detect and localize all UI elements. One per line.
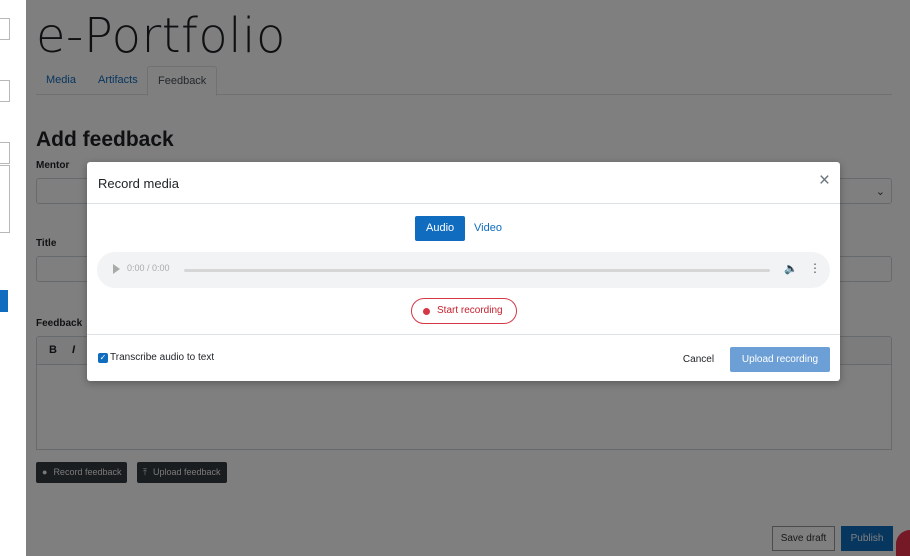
cancel-button[interactable]: Cancel [676, 347, 721, 372]
audio-toggle[interactable]: Audio [415, 216, 466, 241]
start-recording-button[interactable]: Start recording [411, 298, 517, 324]
transcribe-label: Transcribe audio to text [110, 352, 215, 363]
upload-recording-button[interactable]: Upload recording [730, 347, 830, 372]
left-input-fragment [0, 142, 10, 164]
transcribe-checkbox[interactable]: ✓ [98, 353, 108, 363]
player-time: 0:00 / 0:00 [127, 263, 170, 273]
play-icon[interactable] [113, 264, 120, 274]
modal-title: Record media [98, 176, 179, 191]
left-input-fragment [0, 80, 10, 102]
left-input-fragment [0, 18, 10, 40]
left-sidebar-fragment [0, 0, 26, 556]
volume-icon[interactable]: 🔈 [784, 262, 798, 275]
record-media-modal: Record media × Audio Video 0:00 / 0:00 🔈… [87, 162, 840, 381]
left-textarea-fragment [0, 165, 10, 233]
player-progress-track[interactable] [184, 269, 770, 272]
left-button-fragment [0, 290, 8, 312]
modal-header: Record media × [87, 162, 840, 204]
video-toggle[interactable]: Video [463, 216, 513, 241]
close-icon[interactable]: × [819, 171, 830, 190]
start-recording-label: Start recording [437, 305, 503, 316]
audio-player[interactable]: 0:00 / 0:00 🔈 ⋮ [97, 252, 830, 288]
record-dot-icon [423, 308, 430, 315]
modal-footer: ✓ Transcribe audio to text Cancel Upload… [87, 334, 840, 381]
more-options-icon[interactable]: ⋮ [809, 261, 821, 275]
